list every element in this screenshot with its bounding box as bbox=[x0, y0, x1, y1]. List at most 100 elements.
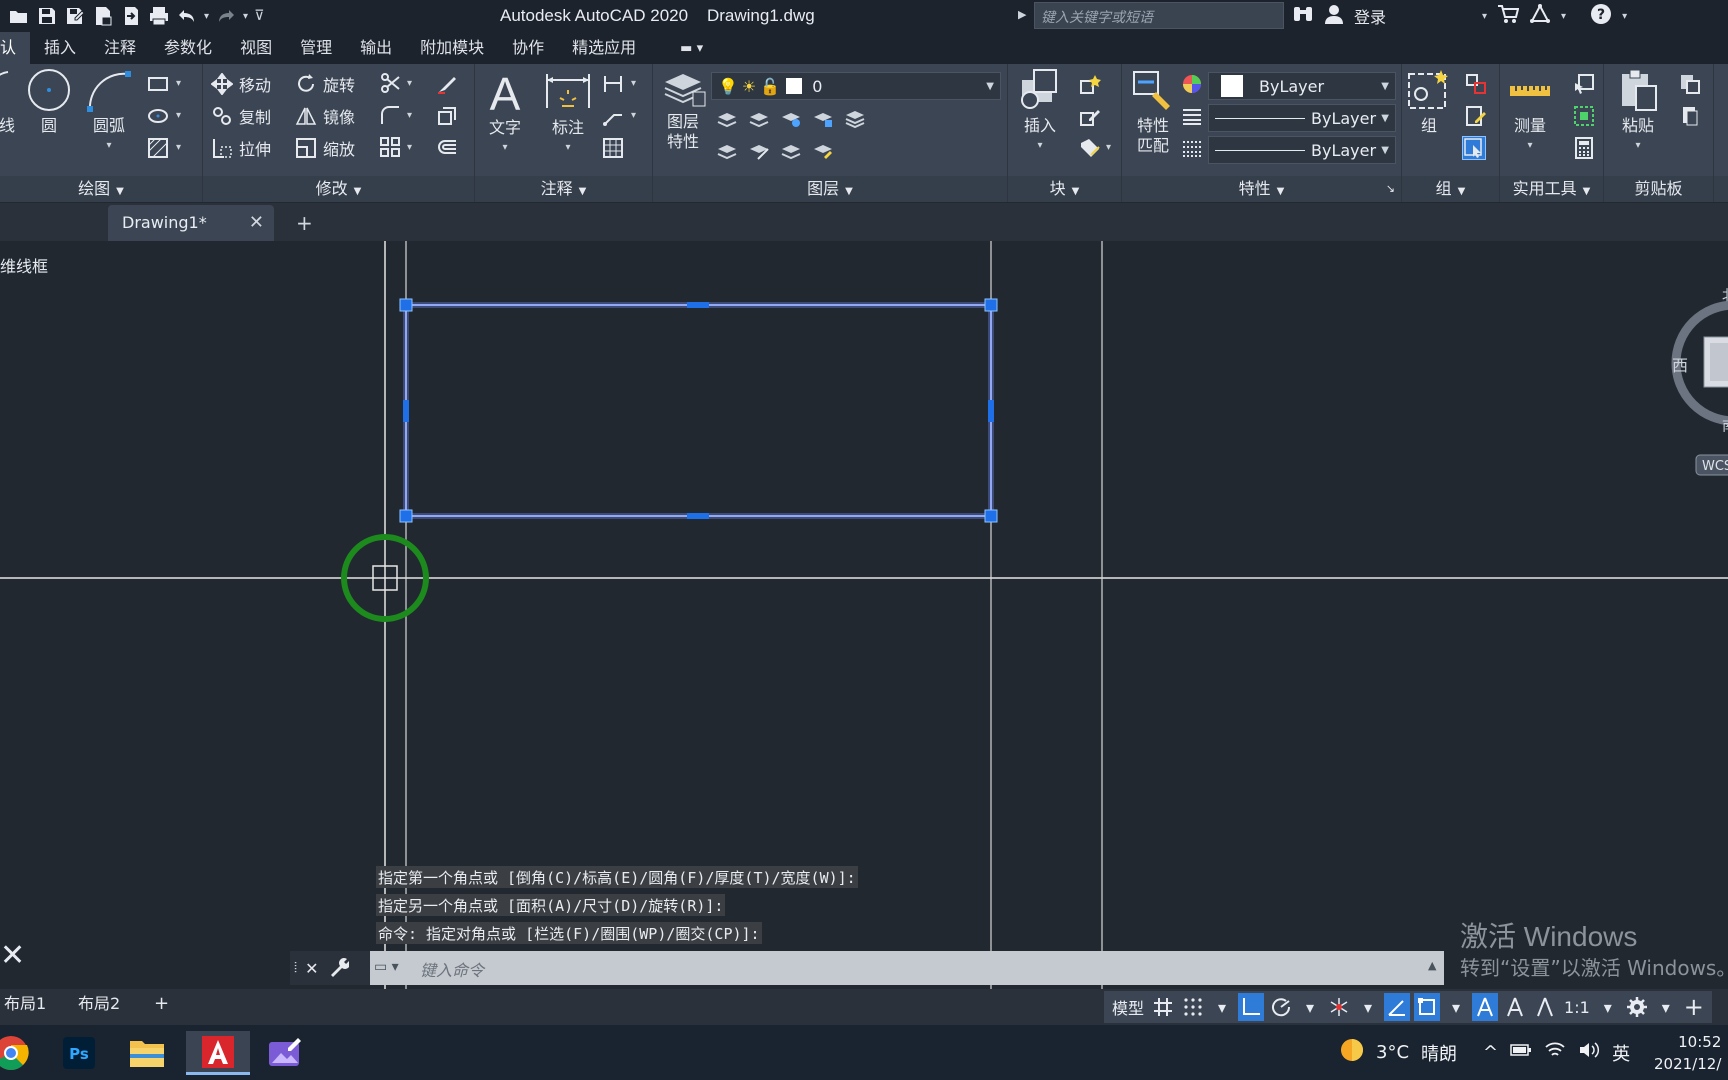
layer-tool-5-icon[interactable] bbox=[843, 106, 867, 130]
login-dropdown-icon[interactable]: ▾ bbox=[1482, 11, 1487, 22]
tab-default[interactable]: 认 bbox=[0, 32, 31, 64]
array-button[interactable]: ▾ bbox=[379, 136, 412, 158]
command-line-customize-icon[interactable] bbox=[327, 955, 350, 982]
linetype-icon[interactable] bbox=[1180, 136, 1204, 160]
command-input[interactable]: 键入命令 bbox=[370, 951, 1444, 985]
leader-icon[interactable] bbox=[601, 104, 625, 128]
fillet-button[interactable]: ▾ bbox=[379, 104, 412, 126]
open-folder-icon[interactable] bbox=[8, 5, 30, 27]
linear-dim-dropdown-icon[interactable]: ▾ bbox=[631, 78, 636, 89]
annotation-panel-title[interactable]: 注释 ▼ bbox=[475, 176, 652, 202]
new-tab-icon[interactable]: + bbox=[296, 211, 313, 235]
arc-button[interactable]: 圆弧 ▾ bbox=[84, 68, 134, 156]
insert-button[interactable]: 插入 ▾ bbox=[1014, 68, 1066, 156]
quick-select-icon[interactable] bbox=[1572, 72, 1596, 96]
mirror-button[interactable]: 镜像 bbox=[295, 104, 355, 128]
polar-tracking-icon[interactable] bbox=[1268, 993, 1294, 1021]
ortho-icon[interactable] bbox=[1238, 993, 1265, 1021]
layers-panel-title[interactable]: 图层 ▼ bbox=[653, 176, 1007, 202]
edit-attribute-dropdown-icon[interactable]: ▾ bbox=[1106, 142, 1111, 153]
undo-icon[interactable] bbox=[176, 5, 198, 27]
isodraft-icon[interactable] bbox=[1326, 993, 1352, 1021]
photoshop-app[interactable]: Ps bbox=[54, 1031, 104, 1075]
group-button[interactable]: 组 bbox=[1406, 68, 1452, 136]
publish-icon[interactable] bbox=[92, 5, 114, 27]
color-dropdown[interactable]: ByLayer ▼ bbox=[1208, 72, 1396, 100]
tab-parametric[interactable]: 参数化 bbox=[150, 32, 226, 64]
layer-properties-button[interactable]: 图层 特性 bbox=[657, 68, 709, 152]
search-expand-icon[interactable]: ▶ bbox=[1018, 8, 1026, 21]
calculator-icon[interactable] bbox=[1572, 136, 1596, 160]
customize-toolbar-icon[interactable]: ⊽ bbox=[254, 8, 264, 24]
dimension-button[interactable]: 标注 ▾ bbox=[545, 68, 591, 158]
hatch-icon[interactable] bbox=[146, 136, 170, 160]
lineweight-icon[interactable] bbox=[1180, 104, 1204, 128]
system-clock[interactable]: 10:52 2021/12/ bbox=[1654, 1031, 1721, 1075]
select-all-icon[interactable] bbox=[1572, 104, 1596, 128]
utilities-panel-title[interactable]: 实用工具 ▼ bbox=[1500, 176, 1603, 202]
viewcube[interactable]: 西 北 南 WCS bbox=[1671, 288, 1728, 476]
edit-attribute-icon[interactable] bbox=[1078, 136, 1102, 160]
table-icon[interactable] bbox=[601, 136, 625, 160]
linear-dim-icon[interactable] bbox=[601, 72, 625, 96]
color-wheel-icon[interactable] bbox=[1180, 72, 1204, 96]
arc-dropdown-icon[interactable]: ▾ bbox=[84, 136, 134, 156]
move-button[interactable]: 移动 bbox=[211, 72, 271, 96]
clipboard-panel-title[interactable]: 剪贴板 bbox=[1604, 176, 1713, 202]
match-properties-button[interactable]: 特性 匹配 bbox=[1128, 68, 1178, 156]
layout-tab-1[interactable]: 布局1 bbox=[0, 989, 50, 1019]
image-editor-app[interactable] bbox=[260, 1031, 310, 1075]
ribbon-display-toggle-icon[interactable]: ▬ ▾ bbox=[680, 41, 703, 56]
tab-collaborate[interactable]: 协作 bbox=[498, 32, 558, 64]
layer-tool-8-icon[interactable] bbox=[779, 138, 803, 162]
weather-sun-icon[interactable] bbox=[1340, 1038, 1364, 1067]
rectangle-dropdown-icon[interactable]: ▾ bbox=[176, 78, 181, 89]
tab-manage[interactable]: 管理 bbox=[286, 32, 346, 64]
tab-insert[interactable]: 插入 bbox=[30, 32, 90, 64]
group-edit-icon[interactable] bbox=[1464, 104, 1488, 128]
leader-dropdown-icon[interactable]: ▾ bbox=[631, 110, 636, 121]
explode-icon[interactable] bbox=[435, 104, 459, 128]
snap-dropdown-icon[interactable]: ▾ bbox=[1210, 993, 1234, 1021]
paste-button[interactable]: 粘贴 ▾ bbox=[1612, 68, 1664, 156]
rectangle-icon[interactable] bbox=[146, 72, 170, 96]
ungroup-icon[interactable] bbox=[1464, 72, 1488, 96]
command-line-close-icon[interactable]: ✕ bbox=[305, 959, 318, 978]
undo-dropdown-icon[interactable]: ▾ bbox=[204, 11, 209, 22]
layer-dropdown[interactable]: 💡 ☀ 🔓 0 ▼ bbox=[711, 72, 1001, 100]
snap-icon[interactable] bbox=[1180, 993, 1206, 1021]
create-block-icon[interactable] bbox=[1078, 72, 1102, 96]
binoculars-icon[interactable] bbox=[1292, 4, 1314, 28]
temperature[interactable]: 3°C bbox=[1376, 1042, 1409, 1063]
weather-text[interactable]: 晴朗 bbox=[1421, 1040, 1457, 1066]
grid-icon[interactable] bbox=[1150, 993, 1176, 1021]
workspace-dropdown-icon[interactable]: ▾ bbox=[1654, 993, 1678, 1021]
auto-scale-icon[interactable] bbox=[1502, 993, 1528, 1021]
close-command-line-icon[interactable]: ✕ bbox=[0, 938, 25, 973]
copy-with-basepoint-icon[interactable] bbox=[1678, 104, 1702, 128]
model-space-button[interactable]: 模型 bbox=[1110, 993, 1146, 1021]
a360-dropdown-icon[interactable]: ▾ bbox=[1561, 11, 1566, 22]
annotation-visibility-icon[interactable] bbox=[1472, 993, 1499, 1021]
copy-clip-icon[interactable] bbox=[1678, 72, 1702, 96]
stretch-button[interactable]: 拉伸 bbox=[211, 136, 271, 160]
command-line-grip-icon[interactable]: ⦙ bbox=[294, 960, 297, 976]
tab-featured-apps[interactable]: 精选应用 bbox=[558, 32, 650, 64]
layout-tab-2[interactable]: 布局2 bbox=[74, 989, 124, 1019]
layer-tool-7-icon[interactable] bbox=[747, 138, 771, 162]
plot-icon[interactable] bbox=[148, 5, 170, 27]
cart-icon[interactable] bbox=[1497, 4, 1520, 28]
drawing-canvas[interactable]: 维线框 西 北 南 WCS bbox=[0, 241, 1728, 989]
scale-button[interactable]: 缩放 bbox=[295, 136, 355, 160]
file-explorer-app[interactable] bbox=[122, 1031, 172, 1075]
properties-panel-title[interactable]: 特性 ▼ ↘ bbox=[1122, 176, 1401, 202]
offset-icon[interactable] bbox=[435, 136, 459, 160]
battery-icon[interactable] bbox=[1510, 1042, 1532, 1063]
chrome-app[interactable] bbox=[0, 1031, 36, 1075]
layer-tool-6-icon[interactable] bbox=[715, 138, 739, 162]
save-icon[interactable] bbox=[36, 5, 58, 27]
command-history-toggle-icon[interactable]: ▲ bbox=[1428, 959, 1436, 972]
object-snap-icon[interactable] bbox=[1414, 993, 1441, 1021]
save-as-icon[interactable] bbox=[64, 5, 86, 27]
help-dropdown-icon[interactable]: ▾ bbox=[1622, 11, 1627, 22]
